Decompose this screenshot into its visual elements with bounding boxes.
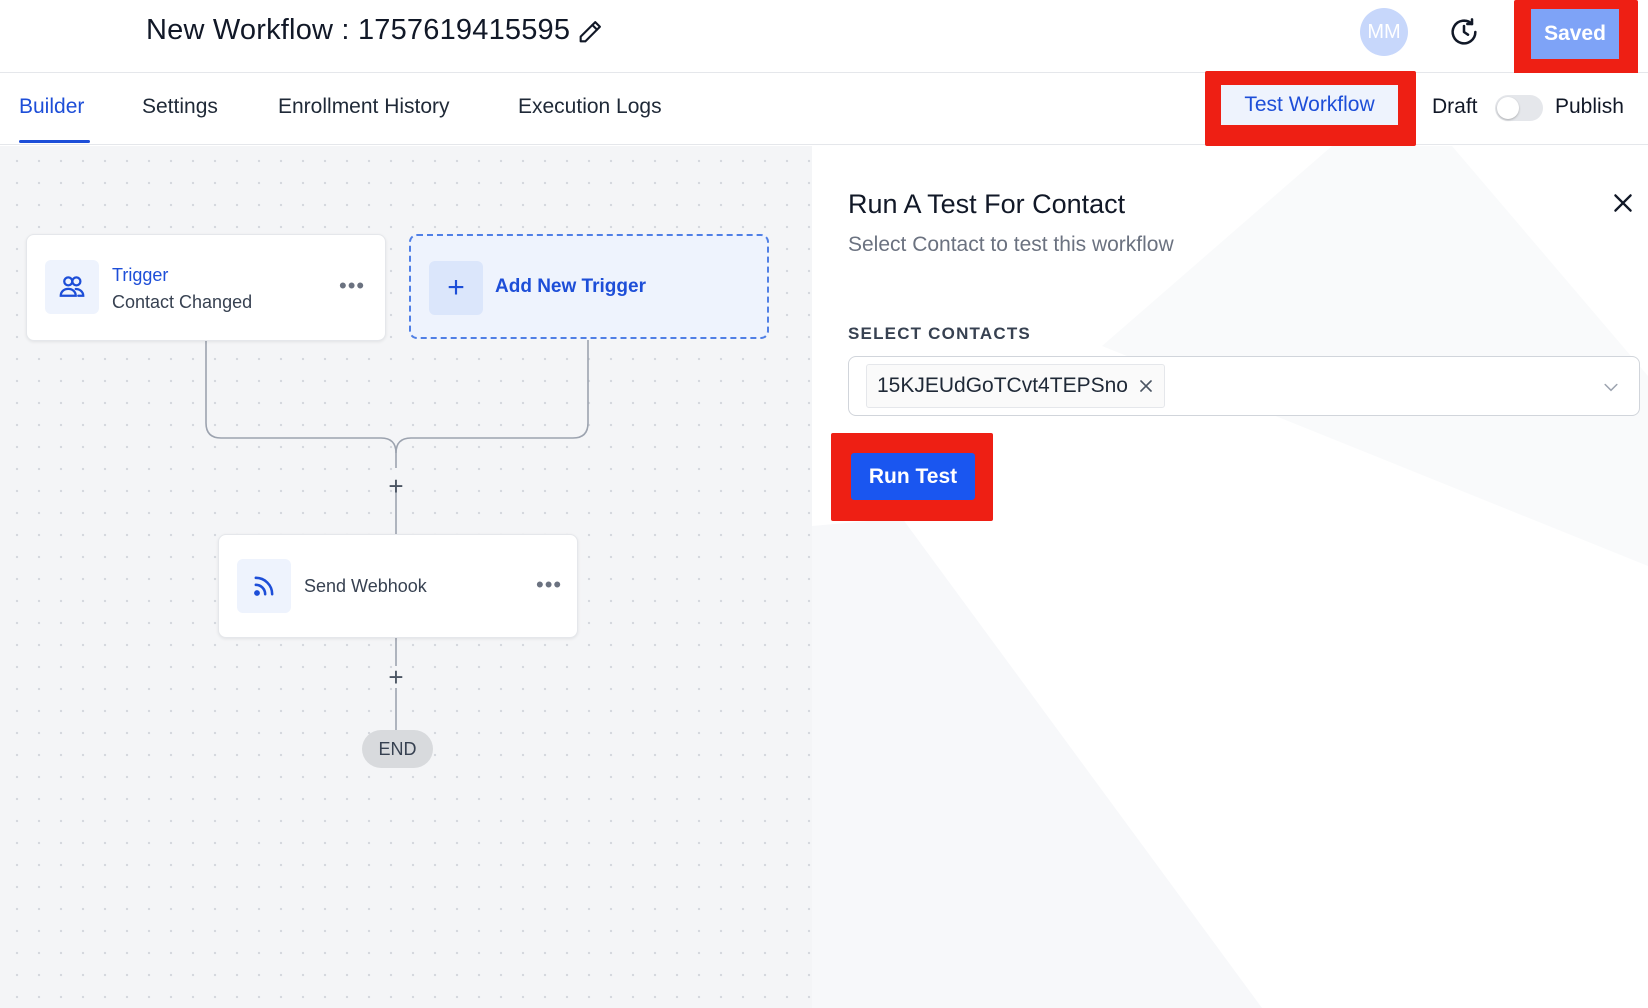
toggle-knob bbox=[1497, 97, 1519, 119]
pencil-icon[interactable] bbox=[576, 18, 604, 46]
tab-enrollment-history[interactable]: Enrollment History bbox=[278, 95, 450, 119]
saved-button[interactable]: Saved bbox=[1531, 9, 1619, 59]
panel-background-shape bbox=[812, 146, 1648, 1008]
webhook-icon bbox=[237, 559, 291, 613]
panel-subtitle: Select Contact to test this workflow bbox=[848, 233, 1174, 256]
add-new-trigger-card[interactable]: + Add New Trigger bbox=[409, 234, 769, 339]
send-webhook-label: Send Webhook bbox=[304, 576, 427, 596]
publish-toggle[interactable] bbox=[1495, 95, 1543, 121]
test-workflow-button[interactable]: Test Workflow bbox=[1221, 85, 1398, 125]
contact-chip-label: 15KJEUdGoTCvt4TEPSno bbox=[877, 374, 1128, 397]
avatar[interactable]: MM bbox=[1360, 8, 1408, 56]
users-icon bbox=[45, 260, 99, 314]
tab-execution-logs[interactable]: Execution Logs bbox=[518, 95, 662, 119]
send-webhook-node[interactable]: Send Webhook ••• bbox=[218, 534, 578, 638]
active-tab-indicator bbox=[19, 140, 90, 143]
publish-label: Publish bbox=[1555, 95, 1624, 118]
add-step-plus-icon[interactable]: + bbox=[384, 662, 408, 692]
webhook-menu-icon[interactable]: ••• bbox=[536, 572, 562, 598]
draft-label: Draft bbox=[1432, 95, 1478, 118]
add-new-trigger-label: Add New Trigger bbox=[495, 276, 646, 297]
tab-builder[interactable]: Builder bbox=[19, 95, 84, 119]
tab-settings[interactable]: Settings bbox=[142, 95, 218, 119]
test-contact-panel: Run A Test For Contact Select Contact to… bbox=[812, 146, 1648, 1008]
select-contacts-label: SELECT CONTACTS bbox=[848, 324, 1031, 343]
trigger-menu-icon[interactable]: ••• bbox=[339, 273, 365, 299]
workflow-canvas[interactable]: Trigger Contact Changed ••• + Add New Tr… bbox=[0, 146, 812, 1008]
end-node: END bbox=[362, 730, 433, 768]
contact-chip: 15KJEUdGoTCvt4TEPSno bbox=[866, 364, 1165, 408]
panel-title: Run A Test For Contact bbox=[848, 189, 1126, 219]
trigger-subtitle: Contact Changed bbox=[112, 292, 253, 312]
run-test-button[interactable]: Run Test bbox=[851, 453, 975, 500]
trigger-title: Trigger bbox=[112, 265, 169, 285]
contact-select[interactable]: 15KJEUdGoTCvt4TEPSno bbox=[848, 356, 1640, 416]
top-header: New Workflow : 1757619415595 MM Saved bbox=[0, 0, 1648, 75]
trigger-node[interactable]: Trigger Contact Changed ••• bbox=[26, 234, 386, 341]
chevron-down-icon[interactable] bbox=[1601, 377, 1621, 397]
workflow-title: New Workflow : 1757619415595 bbox=[146, 14, 571, 46]
remove-contact-icon[interactable] bbox=[1136, 376, 1156, 396]
tab-bar: Builder Settings Enrollment History Exec… bbox=[0, 71, 1648, 146]
plus-icon: + bbox=[429, 261, 483, 315]
close-icon[interactable] bbox=[1610, 190, 1636, 216]
add-step-plus-icon[interactable]: + bbox=[384, 471, 408, 501]
history-icon[interactable] bbox=[1448, 16, 1480, 48]
